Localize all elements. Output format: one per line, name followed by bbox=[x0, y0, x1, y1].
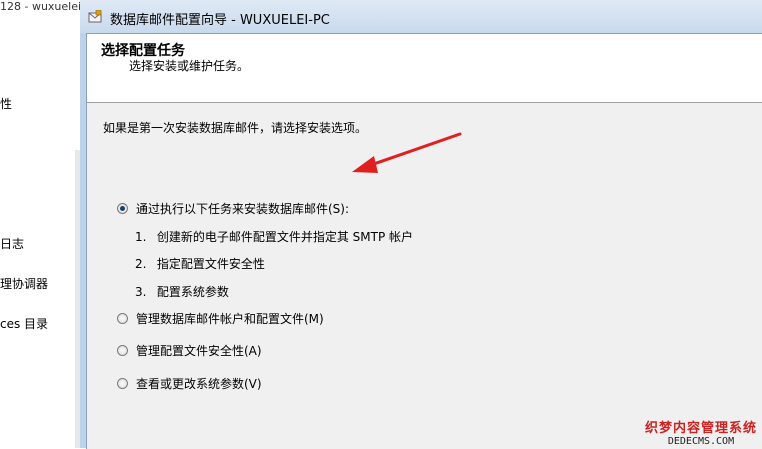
arrow-head-icon bbox=[352, 156, 378, 173]
arrow-shaft bbox=[366, 132, 462, 168]
red-arrow-annotation bbox=[352, 132, 462, 173]
